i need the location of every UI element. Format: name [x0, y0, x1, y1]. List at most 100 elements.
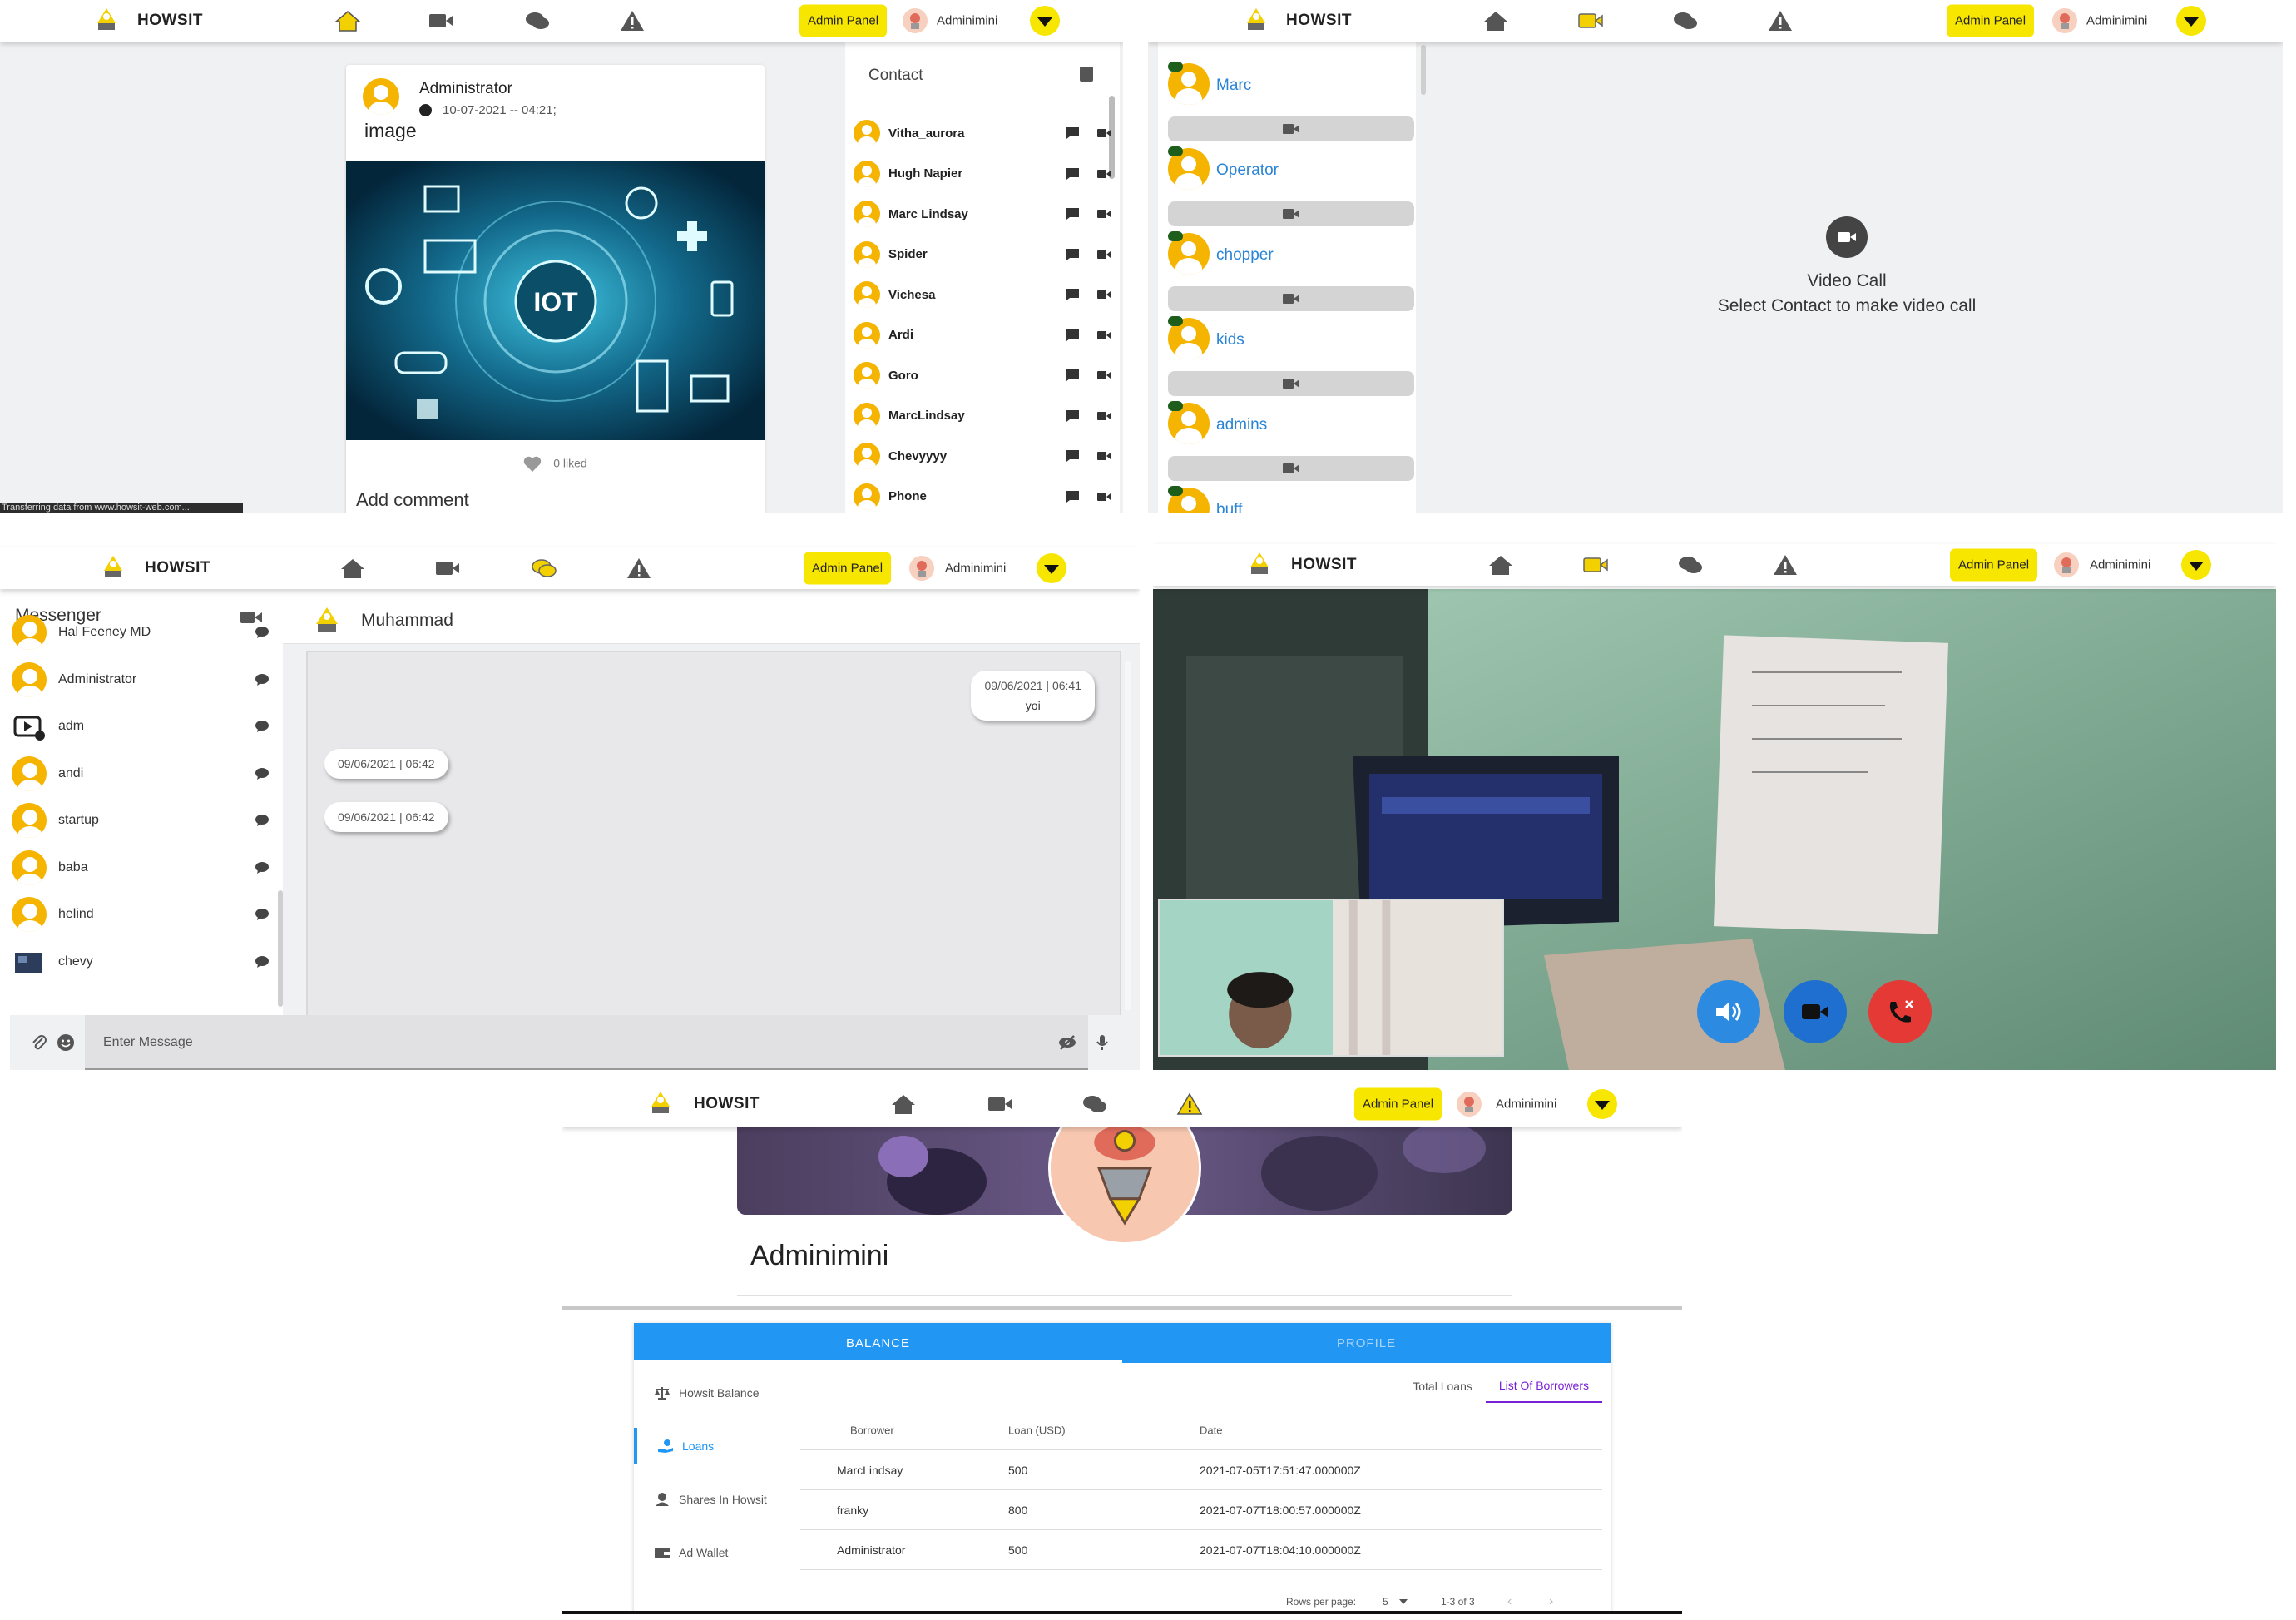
video-icon[interactable]: [1096, 126, 1111, 140]
home-icon[interactable]: [330, 7, 365, 35]
messenger-contact[interactable]: startup: [12, 797, 270, 844]
contact-name[interactable]: Phone: [888, 489, 1048, 503]
contact-row[interactable]: Marc Lindsay: [854, 197, 1111, 230]
messenger-contact-name[interactable]: Administrator: [58, 672, 255, 687]
contact-avatar[interactable]: [12, 615, 47, 650]
contact-avatar[interactable]: [12, 850, 47, 885]
messenger-contact-name[interactable]: adm: [58, 719, 255, 734]
end-call-button[interactable]: [1868, 980, 1932, 1043]
video-icon[interactable]: [1096, 288, 1111, 301]
video-contact-item[interactable]: Marc: [1158, 58, 1416, 143]
chat-message[interactable]: 09/06/2021 | 06:42: [324, 802, 448, 832]
chat-message[interactable]: 09/06/2021 | 06:41 yoi: [971, 671, 1095, 721]
chat-icon[interactable]: [1673, 551, 1708, 579]
messenger-contact-name[interactable]: Hal Feeney MD: [58, 625, 255, 640]
user-dropdown-button[interactable]: [2176, 6, 2206, 36]
howsit-logo[interactable]: [1240, 7, 1272, 35]
contact-name[interactable]: Marc Lindsay: [888, 207, 1048, 221]
alert-icon[interactable]: [1172, 1090, 1207, 1118]
emoji-icon[interactable]: [57, 1033, 75, 1052]
chat-icon[interactable]: [1668, 7, 1703, 35]
alert-icon[interactable]: [621, 554, 656, 582]
howsit-logo[interactable]: [91, 7, 122, 35]
contact-avatar[interactable]: [854, 160, 880, 187]
messenger-contact[interactable]: adm: [12, 703, 270, 750]
video-contact-item[interactable]: buff: [1158, 483, 1416, 513]
video-icon[interactable]: [1096, 207, 1111, 220]
user-dropdown-button[interactable]: [2181, 550, 2211, 580]
user-avatar[interactable]: [2053, 552, 2080, 578]
rows-per-page-caret-icon[interactable]: [1399, 1599, 1408, 1604]
howsit-logo[interactable]: [97, 554, 129, 582]
start-video-call-button[interactable]: [1168, 371, 1414, 396]
video-icon[interactable]: [1096, 449, 1111, 463]
alert-icon[interactable]: [1763, 7, 1798, 35]
tab-list-of-borrowers[interactable]: List Of Borrowers: [1485, 1370, 1602, 1403]
messenger-contact[interactable]: Administrator: [12, 656, 270, 703]
video-icon[interactable]: [430, 554, 465, 582]
contact-avatar[interactable]: [854, 362, 880, 389]
chat-icon[interactable]: [1065, 167, 1080, 181]
tab-total-loans[interactable]: Total Loans: [1399, 1370, 1486, 1403]
admin-panel-button[interactable]: Admin Panel: [1950, 548, 2038, 582]
video-contact-item[interactable]: admins: [1158, 398, 1416, 483]
chat-icon[interactable]: [1065, 248, 1080, 261]
contact-row[interactable]: Hugh Napier: [854, 157, 1111, 191]
contact-avatar[interactable]: [854, 201, 880, 227]
rows-per-page-select[interactable]: 5: [1383, 1596, 1388, 1608]
video-contact-scrollbar[interactable]: [1421, 45, 1426, 95]
messenger-contact[interactable]: Hal Feeney MD: [12, 609, 270, 656]
post-image[interactable]: IOT: [346, 161, 765, 440]
table-row[interactable]: franky 800 2021-07-07T18:00:57.000000Z: [800, 1490, 1602, 1530]
video-contact-name[interactable]: Marc: [1216, 77, 1251, 95]
messenger-contact-name[interactable]: startup: [58, 813, 255, 828]
chat-icon[interactable]: [1065, 288, 1080, 301]
contact-avatar[interactable]: [12, 756, 47, 791]
messenger-contact[interactable]: andi: [12, 751, 270, 797]
chat-icon[interactable]: [1065, 207, 1080, 220]
contact-avatar[interactable]: [12, 897, 47, 932]
home-icon[interactable]: [1478, 7, 1513, 35]
microphone-icon[interactable]: [1093, 1033, 1111, 1052]
heart-icon[interactable]: [523, 456, 542, 473]
howsit-logo[interactable]: [645, 1090, 676, 1118]
home-icon[interactable]: [886, 1090, 921, 1118]
messenger-contact[interactable]: chevy: [12, 939, 270, 985]
video-contact-name[interactable]: buff: [1216, 501, 1242, 513]
table-row[interactable]: Administrator 500 2021-07-07T18:04:10.0000…: [800, 1530, 1602, 1570]
home-icon[interactable]: [335, 554, 370, 582]
user-avatar[interactable]: [902, 7, 928, 34]
admin-panel-button[interactable]: Admin Panel: [799, 4, 888, 37]
next-page-icon[interactable]: ›: [1549, 1594, 1553, 1609]
contact-name[interactable]: Hugh Napier: [888, 166, 1048, 181]
menu-loans[interactable]: Loans: [634, 1428, 800, 1464]
admin-panel-button[interactable]: Admin Panel: [1947, 4, 2035, 37]
chat-icon[interactable]: [1065, 490, 1080, 503]
contact-book-icon[interactable]: [1080, 67, 1093, 82]
contact-avatar[interactable]: [12, 661, 47, 697]
user-avatar[interactable]: [908, 555, 935, 582]
contact-row[interactable]: MarcLindsay: [854, 399, 1111, 433]
contact-row[interactable]: Goro: [854, 359, 1111, 392]
table-header-cell[interactable]: Borrower: [850, 1424, 894, 1436]
author-avatar[interactable]: [363, 78, 399, 115]
contact-row[interactable]: Spider: [854, 238, 1111, 271]
video-icon[interactable]: [1573, 7, 1608, 35]
howsit-logo[interactable]: [1244, 551, 1275, 579]
messenger-contact-name[interactable]: baba: [58, 860, 255, 875]
messenger-contact-name[interactable]: helind: [58, 907, 255, 922]
contact-avatar[interactable]: [854, 402, 880, 429]
chat-scrollbar[interactable]: [1125, 661, 1131, 1010]
contact-name[interactable]: Vichesa: [888, 288, 1048, 302]
tab-balance[interactable]: BALANCE: [634, 1323, 1122, 1363]
video-contact-item[interactable]: kids: [1158, 313, 1416, 398]
prev-page-icon[interactable]: ‹: [1507, 1594, 1512, 1609]
video-contact-name[interactable]: chopper: [1216, 246, 1274, 265]
alert-icon[interactable]: [615, 7, 650, 35]
attach-icon[interactable]: [30, 1033, 48, 1052]
table-row[interactable]: MarcLindsay 500 2021-07-05T17:51:47.000000…: [800, 1450, 1602, 1490]
chat-icon[interactable]: [527, 554, 562, 582]
contact-name[interactable]: MarcLindsay: [888, 409, 1048, 423]
video-icon[interactable]: [1578, 551, 1613, 579]
user-dropdown-button[interactable]: [1587, 1089, 1617, 1119]
